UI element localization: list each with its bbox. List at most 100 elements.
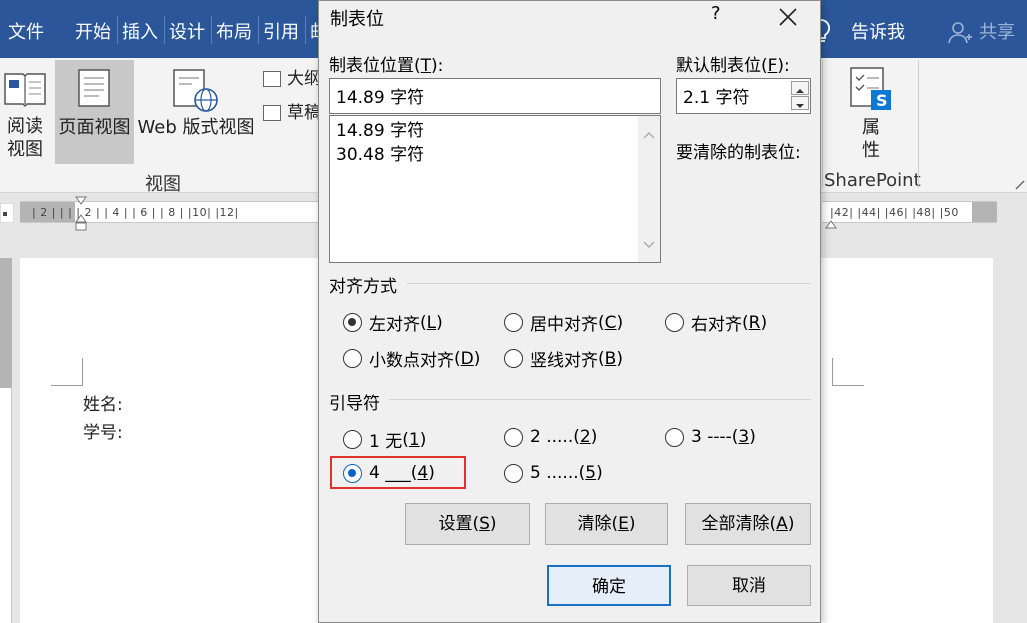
menu-insert[interactable]: 插入 [122, 18, 158, 44]
margin-corner-right [832, 358, 864, 386]
radio-accesskey: B [604, 348, 617, 369]
read-mode-label-1: 阅读 [7, 116, 43, 137]
web-layout-button[interactable]: Web 版式视图 [136, 60, 256, 164]
menu-separator [117, 16, 118, 44]
radio-accesskey: D [460, 348, 474, 369]
radio-circle[interactable] [504, 427, 523, 447]
leader-middle-dots-radio[interactable]: 5 ......(5) [504, 463, 603, 483]
set-button[interactable]: 设置(S) [405, 503, 530, 545]
radio-circle[interactable] [504, 313, 523, 332]
radio-circle[interactable] [665, 427, 684, 447]
radio-circle[interactable] [343, 430, 362, 449]
tabs-to-clear-label: 要清除的制表位: [676, 143, 801, 163]
indent-marker-icon[interactable] [75, 196, 87, 236]
spin-down-icon[interactable] [791, 96, 809, 110]
outline-label: 大纲 [287, 69, 321, 89]
radio-label: 3 ---- [691, 427, 732, 447]
tab-position-input[interactable]: 14.89 字符 [329, 78, 661, 114]
clear-all-button[interactable]: 全部清除(A) [685, 503, 811, 545]
set-button-label: 设置 [438, 514, 473, 534]
ok-button[interactable]: 确定 [547, 565, 671, 606]
tab-selector-icon[interactable] [0, 202, 15, 227]
radio-label: 小数点对齐 [369, 351, 454, 371]
radio-accesskey: 2 [579, 427, 591, 447]
tab-position-list[interactable]: 14.89 字符 30.48 字符 [329, 115, 661, 263]
clear-button[interactable]: 清除(E) [545, 503, 668, 545]
leader-none-radio[interactable]: 1 无(1) [343, 427, 426, 452]
cancel-button[interactable]: 取消 [687, 565, 811, 606]
clear-all-accesskey: A [776, 514, 788, 534]
radio-accesskey: L [426, 312, 437, 333]
spin-up-icon[interactable] [791, 81, 809, 95]
radio-label: 左对齐 [369, 315, 420, 335]
menu-layout[interactable]: 布局 [216, 18, 252, 44]
doc-text-name[interactable]: 姓名: [83, 390, 123, 415]
vertical-ruler[interactable] [0, 258, 12, 623]
leader-group-label: 引导符 [329, 394, 380, 414]
default-tab-label: 默认制表位(F): [676, 56, 790, 76]
align-right-radio[interactable]: 右对齐(R) [665, 310, 767, 335]
menu-design[interactable]: 设计 [169, 18, 205, 44]
radio-circle[interactable] [665, 313, 684, 332]
scroll-up-icon[interactable] [643, 124, 655, 144]
radio-accesskey: R [748, 312, 761, 333]
outline-icon [263, 71, 281, 87]
align-left-radio[interactable]: 左对齐(L) [343, 310, 443, 335]
radio-accesskey: C [604, 312, 617, 333]
menu-separator [305, 16, 306, 44]
read-mode-label-2: 视图 [7, 139, 43, 160]
read-mode-button[interactable]: 阅读 视图 [0, 60, 50, 164]
tab-position-label: 制表位位置(T): [329, 56, 444, 76]
properties-label-1: 属 [862, 117, 880, 138]
radio-circle[interactable] [504, 463, 523, 483]
align-decimal-radio[interactable]: 小数点对齐(D) [343, 346, 480, 371]
radio-label: 1 无 [369, 432, 403, 452]
default-tab-spinner[interactable]: 2.1 字符 [676, 78, 811, 114]
close-icon[interactable] [774, 3, 802, 31]
align-center-radio[interactable]: 居中对齐(C) [504, 310, 623, 335]
draft-button[interactable]: 草稿 [263, 98, 321, 123]
radio-accesskey: 5 [585, 463, 597, 483]
leader-dots-radio[interactable]: 2 .....(2) [504, 427, 597, 447]
radio-circle[interactable] [504, 349, 523, 368]
tab-list-item[interactable]: 30.48 字符 [330, 143, 660, 167]
sharepoint-properties-icon: S [849, 66, 897, 120]
properties-button[interactable]: S 属 性 [830, 60, 912, 164]
dialog-title: 制表位 [330, 9, 384, 30]
tabs-dialog: 制表位 ? 制表位位置(T): 14.89 字符 14.89 字符 30.48 … [318, 0, 821, 623]
leader-dashes-radio[interactable]: 3 ----(3) [665, 427, 756, 447]
scroll-down-icon[interactable] [643, 234, 655, 254]
menu-references[interactable]: 引用 [263, 18, 299, 44]
radio-label: 右对齐 [691, 315, 742, 335]
share-button[interactable]: 共享 [979, 18, 1015, 44]
tell-me-search[interactable]: 告诉我 [851, 18, 905, 44]
draft-icon [263, 105, 281, 121]
menu-home[interactable]: 开始 [75, 18, 111, 44]
radio-circle[interactable] [343, 313, 362, 332]
print-layout-label: 页面视图 [58, 117, 131, 138]
print-layout-button[interactable]: 页面视图 [55, 60, 134, 164]
doc-text-student-id[interactable]: 学号: [83, 418, 123, 443]
default-tab-value[interactable]: 2.1 字符 [683, 88, 749, 108]
menu-file[interactable]: 文件 [8, 18, 44, 44]
properties-label-2: 性 [862, 140, 880, 161]
ruler-margin-right [972, 201, 997, 223]
radio-circle[interactable] [343, 463, 362, 483]
vertical-ruler-margin [0, 258, 12, 388]
ruler-ticks-left: | 2 | | | | 2 | | 4 | | 6 | | 8 | |10| |… [32, 206, 239, 219]
tab-list-item[interactable]: 14.89 字符 [330, 119, 660, 143]
right-indent-marker-icon[interactable] [825, 215, 837, 234]
clear-all-button-label: 全部清除 [701, 514, 770, 534]
list-scrollbar[interactable] [638, 116, 660, 262]
outline-button[interactable]: 大纲 [263, 64, 321, 89]
tab-position-label-text: 制表位位置 [329, 56, 414, 76]
group-separator [822, 60, 823, 188]
leader-underline-radio[interactable]: 4 ___(4) [343, 463, 435, 483]
default-tab-label-text: 默认制表位 [676, 56, 761, 76]
help-button[interactable]: ? [711, 3, 721, 24]
radio-label: 2 ..... [530, 427, 574, 447]
radio-circle[interactable] [343, 349, 362, 368]
default-tab-accesskey: F [767, 56, 778, 76]
person-icon[interactable] [948, 20, 972, 48]
align-bar-radio[interactable]: 竖线对齐(B) [504, 346, 623, 371]
